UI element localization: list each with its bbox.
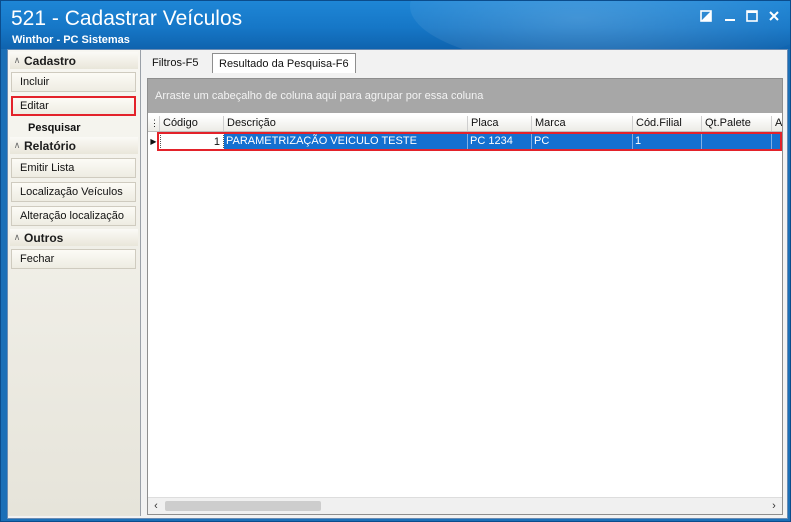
group-cadastro[interactable]: ∧ Cadastro	[10, 52, 138, 69]
chevron-up-icon: ∧	[13, 55, 21, 65]
cell-marca[interactable]: PC	[532, 132, 633, 150]
cell-cod-filial[interactable]: 1	[633, 132, 702, 150]
window-title: 521 - Cadastrar Veículos	[11, 7, 243, 30]
group-label: Outros	[24, 230, 64, 245]
cell-codigo[interactable]: 1	[160, 132, 224, 150]
sidebar: ∧ Cadastro Incluir Editar Pesquisar ∧ Re…	[8, 50, 141, 516]
scrollbar-thumb[interactable]	[165, 501, 321, 511]
cell-descricao[interactable]: PARAMETRIZAÇÃO VEICULO TESTE	[224, 132, 468, 150]
column-header-marca[interactable]: Marca	[532, 116, 633, 131]
editar-button[interactable]: Editar	[11, 96, 136, 116]
group-label: Cadastro	[24, 53, 77, 68]
chevron-up-icon: ∧	[13, 140, 21, 150]
column-header-codigo[interactable]: Código	[160, 116, 224, 131]
column-header-a[interactable]: A	[772, 116, 782, 131]
tab-resultado-pesquisa[interactable]: Resultado da Pesquisa-F6	[212, 53, 356, 73]
column-header-placa[interactable]: Placa	[468, 116, 532, 131]
group-by-panel[interactable]: Arraste um cabeçalho de coluna aqui para…	[148, 79, 782, 113]
incluir-button[interactable]: Incluir	[11, 72, 136, 92]
emitir-lista-button[interactable]: Emitir Lista	[11, 158, 136, 178]
alteracao-localizacao-button[interactable]: Alteração localização	[11, 206, 136, 226]
cell-a[interactable]	[772, 132, 782, 150]
pesquisar-label[interactable]: Pesquisar	[28, 122, 81, 134]
scroll-right-icon[interactable]: ›	[766, 498, 782, 514]
column-header-qt-palete[interactable]: Qt.Palete	[702, 116, 772, 131]
results-panel: Filtros-F5 Resultado da Pesquisa-F6 Arra…	[144, 50, 785, 516]
main-content: ∧ Cadastro Incluir Editar Pesquisar ∧ Re…	[7, 49, 788, 519]
close-icon[interactable]	[766, 8, 782, 24]
minimize-icon[interactable]	[722, 8, 738, 24]
chevron-up-icon: ∧	[13, 232, 21, 242]
table-row[interactable]: 1 PARAMETRIZAÇÃO VEICULO TESTE PC 1234 P…	[148, 132, 782, 150]
column-chooser-icon[interactable]: ⋮	[148, 116, 160, 131]
group-outros[interactable]: ∧ Outros	[10, 229, 138, 246]
column-header-cod-filial[interactable]: Cód.Filial	[633, 116, 702, 131]
window-subtitle: Winthor - PC Sistemas	[12, 34, 130, 46]
fechar-button[interactable]: Fechar	[11, 249, 136, 269]
localizacao-veiculos-button[interactable]: Localização Veículos	[11, 182, 136, 202]
title-bar[interactable]: 521 - Cadastrar Veículos Winthor - PC Si…	[1, 1, 790, 71]
grid-header: ⋮ Código Descrição Placa Marca Cód.Filia…	[148, 116, 782, 132]
cell-qt-palete[interactable]	[702, 132, 772, 150]
restore-icon[interactable]	[698, 8, 714, 24]
cell-placa[interactable]: PC 1234	[468, 132, 532, 150]
group-relatorio[interactable]: ∧ Relatório	[10, 137, 138, 154]
horizontal-scrollbar[interactable]: ‹ ›	[148, 497, 782, 514]
column-header-descricao[interactable]: Descrição	[224, 116, 468, 131]
group-label: Relatório	[24, 138, 77, 153]
tab-filtros[interactable]: Filtros-F5	[146, 53, 204, 73]
app-window: 521 - Cadastrar Veículos Winthor - PC Si…	[0, 0, 791, 522]
scroll-left-icon[interactable]: ‹	[148, 498, 164, 514]
results-grid: Arraste um cabeçalho de coluna aqui para…	[147, 78, 783, 515]
maximize-icon[interactable]	[744, 8, 760, 24]
